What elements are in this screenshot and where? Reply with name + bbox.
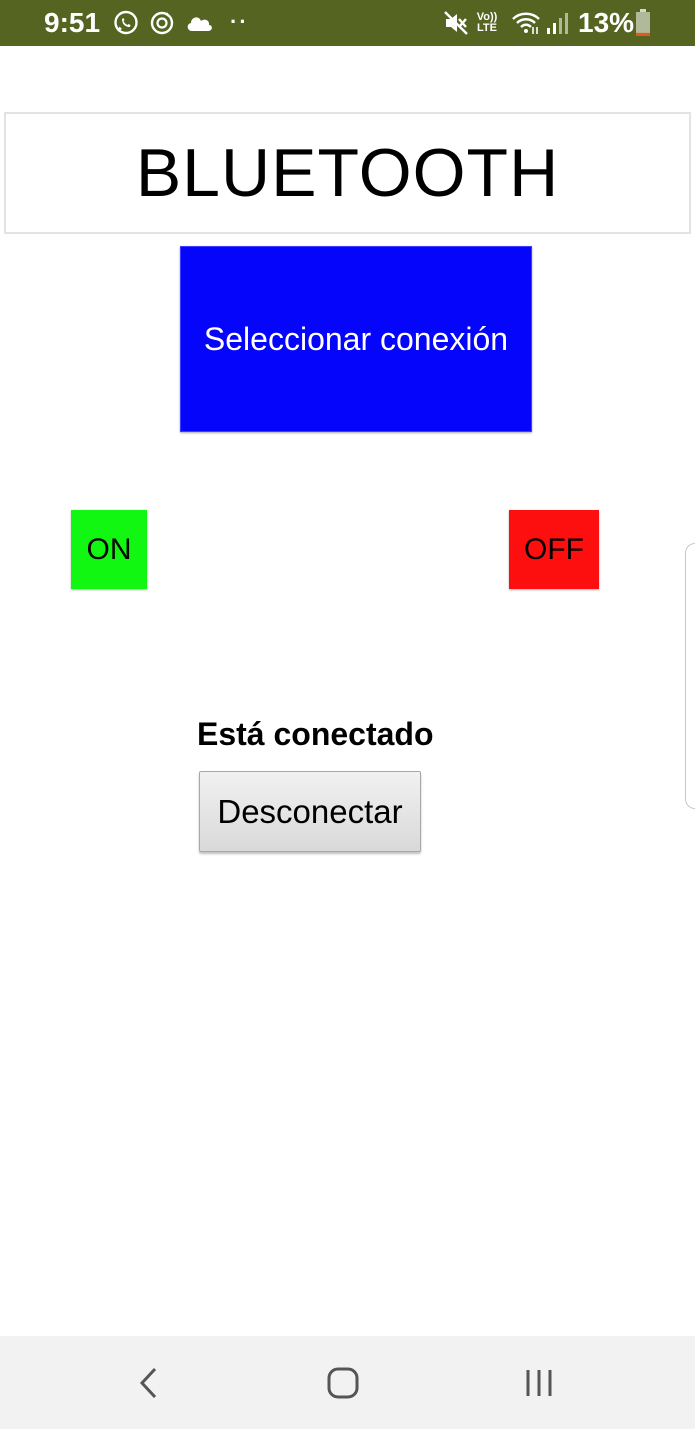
back-button[interactable] <box>104 1336 194 1429</box>
wifi-icon <box>510 9 542 37</box>
mute-icon <box>442 9 470 37</box>
volte-icon: Vo)) LTE <box>474 9 500 37</box>
status-dots: ·· <box>230 9 249 34</box>
recents-button[interactable] <box>494 1336 584 1429</box>
battery-icon <box>634 9 652 37</box>
status-bar: 9:51 ·· Vo)) LTE 13% <box>0 0 695 46</box>
navigation-bar <box>0 1336 695 1429</box>
connection-status-label: Está conectado <box>197 716 434 752</box>
recents-icon <box>526 1369 552 1396</box>
signal-icon <box>544 9 570 37</box>
disconnect-button[interactable]: Desconectar <box>199 771 421 852</box>
back-icon <box>139 1367 157 1398</box>
home-button[interactable] <box>298 1336 388 1429</box>
select-connection-button[interactable]: Seleccionar conexión <box>180 246 532 432</box>
home-icon <box>327 1367 359 1398</box>
on-button[interactable]: ON <box>71 510 147 589</box>
page-title: BLUETOOTH <box>135 135 560 211</box>
volte-bottom-text: LTE <box>477 22 497 34</box>
edge-panel-handle[interactable] <box>685 543 695 809</box>
off-button[interactable]: OFF <box>509 510 599 589</box>
sync-icon <box>148 9 176 37</box>
battery-percent: 13% <box>578 7 635 38</box>
title-box: BLUETOOTH <box>4 112 691 234</box>
status-time: 9:51 <box>44 7 101 38</box>
whatsapp-icon <box>112 9 140 37</box>
cloud-icon <box>184 9 214 37</box>
